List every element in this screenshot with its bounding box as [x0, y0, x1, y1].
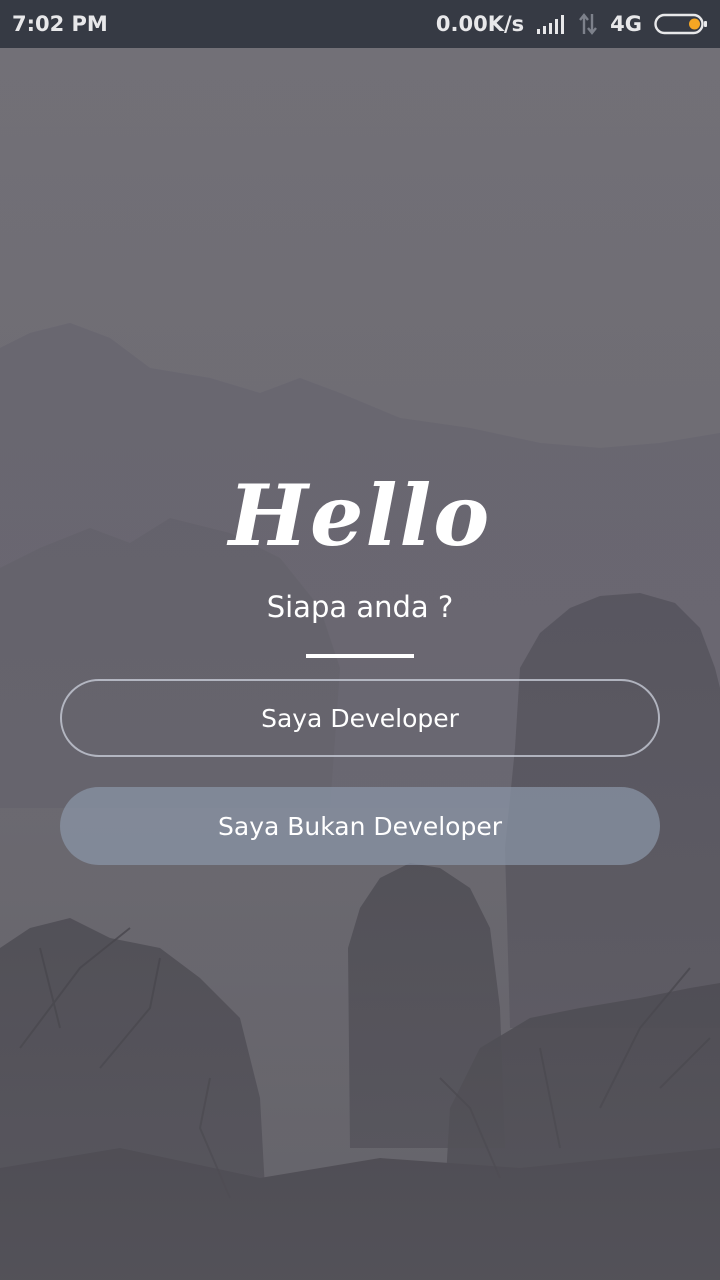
battery-icon [654, 12, 708, 36]
network-type: 4G [610, 12, 642, 36]
not-developer-button-label: Saya Bukan Developer [218, 811, 502, 841]
developer-button-label: Saya Developer [261, 703, 459, 733]
not-developer-button[interactable]: Saya Bukan Developer [60, 787, 660, 865]
data-transfer-icon [578, 12, 598, 36]
app-screen: 7:02 PM 0.00K/s 4G Hello Siapa anda ? Sa… [0, 0, 720, 1280]
title-divider [306, 654, 414, 658]
page-subtitle: Siapa anda ? [266, 590, 454, 624]
signal-bars-icon [536, 13, 566, 35]
status-time: 7:02 PM [12, 12, 108, 36]
network-speed: 0.00K/s [435, 12, 525, 36]
developer-button[interactable]: Saya Developer [60, 679, 660, 757]
page-title: Hello [228, 466, 492, 565]
status-icons: 0.00K/s 4G [436, 12, 708, 36]
background-image [0, 48, 720, 1280]
status-bar: 7:02 PM 0.00K/s 4G [0, 0, 720, 48]
